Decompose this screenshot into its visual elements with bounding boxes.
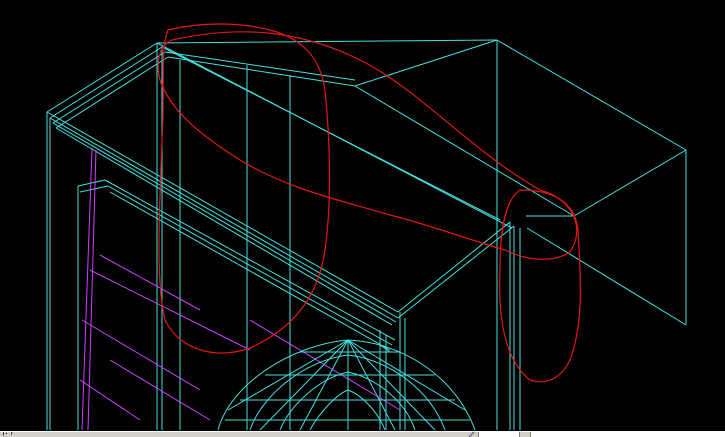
dome-mesh-wireframe bbox=[217, 339, 476, 431]
horizontal-scrollbar[interactable] bbox=[478, 432, 725, 437]
magenta-panel-lines bbox=[79, 147, 401, 431]
scrollbar-thumb[interactable] bbox=[519, 432, 531, 437]
status-bar: ¦: / bbox=[0, 431, 725, 437]
resize-grip-icon[interactable] bbox=[468, 432, 476, 437]
status-bar-text: ¦: / bbox=[2, 431, 14, 437]
cad-viewport[interactable] bbox=[0, 0, 725, 431]
cabinet-wireframe bbox=[46, 39, 687, 430]
